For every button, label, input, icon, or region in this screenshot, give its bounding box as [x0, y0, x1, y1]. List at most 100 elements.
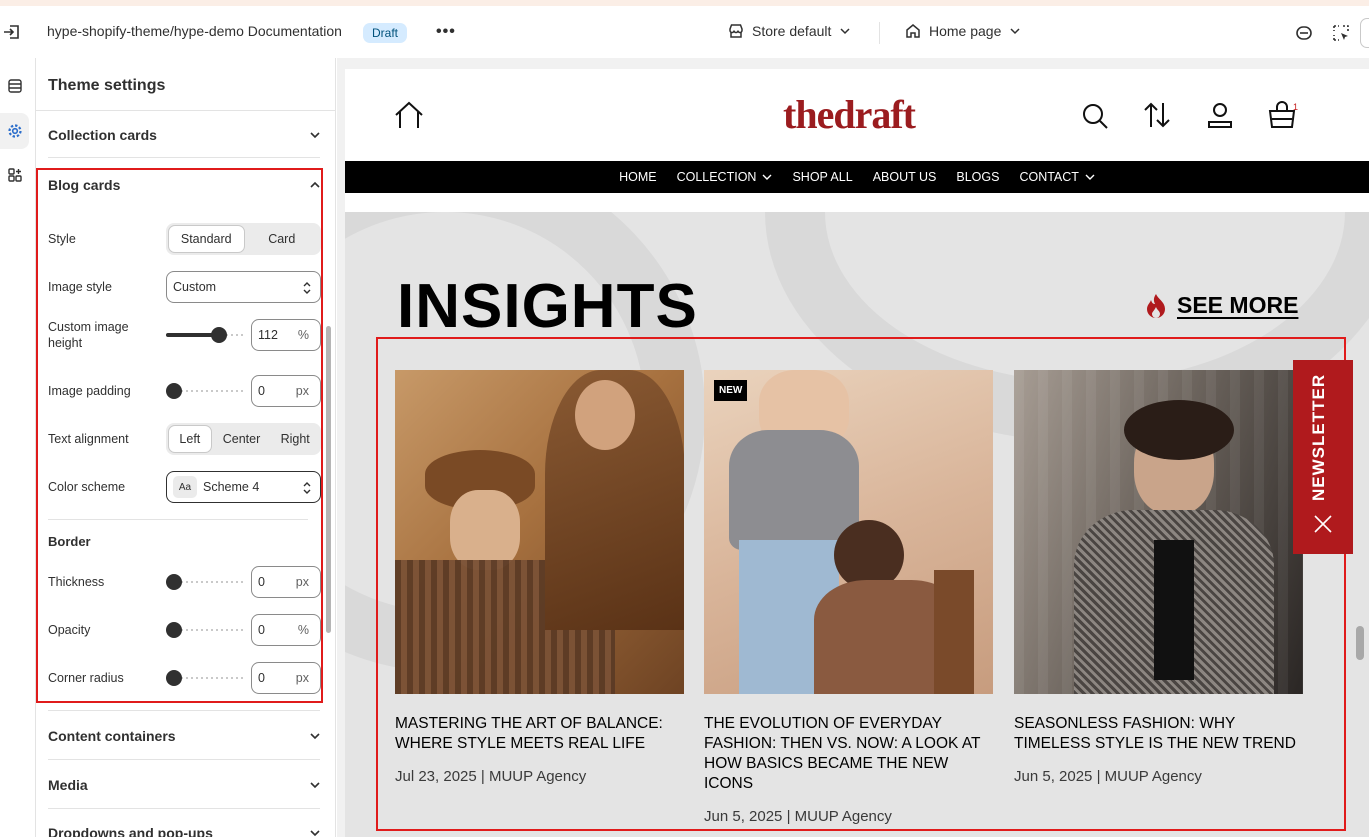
- text-alignment-setting: Text alignment Left Center Right: [48, 423, 321, 455]
- opacity-input[interactable]: 0 %: [251, 614, 321, 646]
- image-padding-slider[interactable]: [166, 383, 244, 399]
- corner-radius-label: Corner radius: [48, 671, 124, 685]
- chevron-down-icon: [310, 830, 320, 837]
- nav-shop-all[interactable]: SHOP ALL: [792, 170, 852, 184]
- store-logo[interactable]: thedraft: [783, 91, 916, 138]
- nav-about-us[interactable]: ABOUT US: [873, 170, 937, 184]
- apps-button[interactable]: [0, 157, 29, 193]
- thickness-input[interactable]: 0 px: [251, 566, 321, 598]
- thickness-slider[interactable]: [166, 574, 244, 590]
- input-unit: px: [295, 575, 309, 589]
- blog-card[interactable]: NEW THE EVOLUTION OF EVERYDAY FASHION: T…: [704, 370, 993, 825]
- site-header: thedraft 1: [345, 69, 1369, 161]
- nav-blogs[interactable]: BLOGS: [956, 170, 999, 184]
- preview-scrollbar[interactable]: [1356, 626, 1364, 660]
- see-more-link[interactable]: SEE MORE: [1145, 292, 1298, 319]
- dropdowns-accordion[interactable]: Dropdowns and pop-ups: [48, 822, 323, 837]
- divider: [48, 759, 320, 760]
- align-option-center[interactable]: Center: [212, 425, 272, 453]
- image-padding-input[interactable]: 0 px: [251, 375, 321, 407]
- sections-icon: [7, 79, 22, 93]
- style-option-standard[interactable]: Standard: [168, 225, 245, 253]
- home-icon[interactable]: [394, 101, 424, 129]
- sweater-shape: [729, 430, 859, 550]
- color-scheme-setting: Color scheme Aa Scheme 4: [48, 471, 321, 503]
- theme-preview-icon[interactable]: [1294, 23, 1314, 43]
- store-icon: [729, 24, 743, 38]
- panel-title: Theme settings: [48, 77, 166, 94]
- blog-card-image[interactable]: [1014, 370, 1303, 694]
- border-heading: Border: [48, 534, 91, 549]
- image-style-label: Image style: [48, 280, 112, 294]
- align-option-right[interactable]: Right: [271, 425, 319, 453]
- sort-icon[interactable]: [1143, 101, 1171, 129]
- custom-image-height-setting: Custom image height 112 %: [48, 319, 321, 351]
- style-option-card[interactable]: Card: [245, 225, 320, 253]
- slider-handle[interactable]: [166, 383, 182, 399]
- cart-icon[interactable]: [1268, 101, 1296, 129]
- search-icon[interactable]: [1082, 103, 1108, 129]
- image-padding-setting: Image padding 0 px: [48, 375, 321, 407]
- panel-scrollbar[interactable]: [326, 326, 331, 633]
- face-shape: [575, 380, 635, 450]
- slider-handle[interactable]: [166, 574, 182, 590]
- accordion-label: Content containers: [48, 728, 176, 744]
- apps-icon: [7, 168, 22, 182]
- opacity-slider[interactable]: [166, 622, 244, 638]
- content-containers-accordion[interactable]: Content containers: [48, 725, 323, 747]
- page-selector[interactable]: Home page: [905, 23, 1021, 39]
- blog-card-image[interactable]: [395, 370, 684, 694]
- newsletter-tab[interactable]: NEWSLETTER: [1293, 360, 1353, 554]
- slider-handle[interactable]: [211, 327, 227, 343]
- exit-icon[interactable]: [2, 22, 22, 42]
- corner-radius-input[interactable]: 0 px: [251, 662, 321, 694]
- nav-collection[interactable]: COLLECTION: [677, 170, 773, 184]
- corner-radius-slider[interactable]: [166, 670, 244, 686]
- blog-card[interactable]: MASTERING THE ART OF BALANCE: WHERE STYL…: [395, 370, 684, 785]
- more-actions-button[interactable]: •••: [436, 23, 456, 41]
- see-more-label: SEE MORE: [1177, 292, 1299, 318]
- flame-icon: [1147, 293, 1165, 318]
- slider-handle[interactable]: [166, 670, 182, 686]
- nav-contact[interactable]: CONTACT: [1019, 170, 1095, 184]
- new-badge: NEW: [714, 380, 748, 401]
- account-icon[interactable]: [1207, 101, 1233, 129]
- thickness-setting: Thickness 0 px: [48, 566, 321, 598]
- custom-image-height-slider[interactable]: [166, 327, 244, 343]
- chevron-up-icon: [310, 181, 320, 188]
- divider: [36, 110, 335, 111]
- input-unit: %: [297, 623, 309, 637]
- blog-card-title[interactable]: MASTERING THE ART OF BALANCE: WHERE STYL…: [395, 714, 684, 754]
- collection-cards-accordion[interactable]: Collection cards: [48, 124, 323, 146]
- save-button-edge[interactable]: [1360, 18, 1369, 48]
- color-scheme-select[interactable]: Aa Scheme 4: [166, 471, 321, 503]
- topbar-divider: [879, 22, 880, 44]
- blog-card-title[interactable]: SEASONLESS FASHION: WHY TIMELESS STYLE I…: [1014, 714, 1303, 754]
- nav-collection-label: COLLECTION: [676, 170, 757, 184]
- store-selector[interactable]: Store default: [728, 23, 851, 39]
- cart-count: 1: [1293, 102, 1299, 112]
- accordion-label: Collection cards: [48, 127, 157, 143]
- blog-cards-accordion[interactable]: Blog cards: [48, 174, 323, 196]
- theme-settings-panel: Theme settings Collection cards Blog car…: [36, 58, 336, 837]
- top-shape: [1154, 540, 1194, 680]
- theme-settings-button[interactable]: [0, 113, 29, 149]
- input-value: 0: [258, 671, 265, 685]
- nav-home[interactable]: HOME: [619, 170, 657, 184]
- media-accordion[interactable]: Media: [48, 774, 323, 796]
- image-style-select[interactable]: Custom: [166, 271, 321, 303]
- blog-card-meta: Jun 5, 2025 | MUUP Agency: [1014, 768, 1202, 785]
- blog-card-title[interactable]: THE EVOLUTION OF EVERYDAY FASHION: THEN …: [704, 714, 993, 794]
- slider-handle[interactable]: [166, 622, 182, 638]
- input-value: 0: [258, 575, 265, 589]
- sections-button[interactable]: [0, 68, 29, 104]
- blog-card[interactable]: SEASONLESS FASHION: WHY TIMELESS STYLE I…: [1014, 370, 1303, 785]
- color-scheme-label: Color scheme: [48, 480, 126, 494]
- blog-card-image[interactable]: NEW: [704, 370, 993, 694]
- style-setting: Style Standard Card: [48, 223, 321, 255]
- custom-image-height-input[interactable]: 112 %: [251, 319, 321, 351]
- inspector-icon[interactable]: [1331, 23, 1351, 43]
- image-style-setting: Image style Custom: [48, 271, 321, 303]
- align-option-left[interactable]: Left: [168, 425, 212, 453]
- close-icon[interactable]: [1314, 515, 1332, 533]
